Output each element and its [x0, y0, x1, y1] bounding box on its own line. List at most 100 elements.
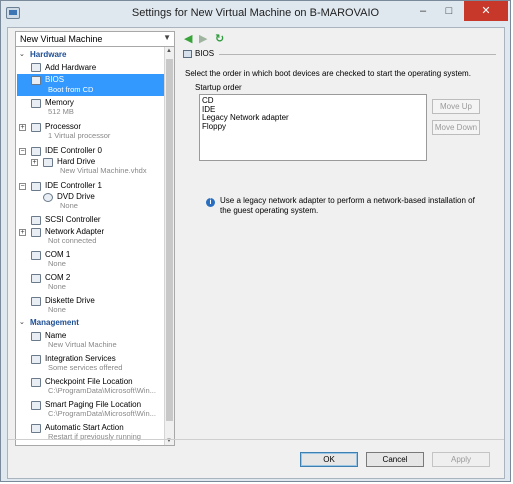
tree-scrollbar[interactable]: ▲ ▼ [164, 47, 174, 445]
section-hardware[interactable]: ⌄ Hardware [17, 50, 165, 61]
tree-item-name[interactable]: Name New Virtual Machine [17, 331, 165, 351]
tree-item-sub: Some services offered [48, 363, 123, 372]
tree-item-label: Diskette Drive [45, 296, 95, 305]
cancel-button[interactable]: Cancel [366, 452, 424, 467]
header-divider [219, 54, 496, 55]
tree-item-ide-controller-1[interactable]: − IDE Controller 1 [17, 181, 165, 192]
diskette-drive-icon [31, 297, 41, 306]
info-icon: i [206, 198, 215, 207]
forward-arrow-icon[interactable]: ▶ [199, 32, 207, 46]
expand-icon[interactable]: + [31, 159, 38, 166]
network-adapter-icon [31, 228, 41, 237]
refresh-icon[interactable]: ↻ [215, 32, 224, 46]
tree-item-label: DVD Drive [57, 192, 95, 201]
tree-item-com-1[interactable]: COM 1 None [17, 250, 165, 270]
tree-item-dvd-drive[interactable]: DVD Drive None [17, 192, 165, 212]
close-button[interactable]: ✕ [464, 1, 508, 21]
tree-item-sub: Not connected [48, 236, 97, 245]
maximize-button[interactable]: □ [436, 1, 462, 21]
memory-icon [31, 99, 41, 108]
tree-item-label: Name [45, 331, 67, 340]
expand-icon[interactable]: + [19, 124, 26, 131]
tree-item-network-adapter[interactable]: + Network Adapter Not connected [17, 227, 165, 247]
tree-item-sub: 1 Virtual processor [48, 131, 111, 140]
tree-item-memory[interactable]: Memory 512 MB [17, 98, 165, 118]
ok-button[interactable]: OK [300, 452, 358, 467]
bios-settings-pane: BIOS Select the order in which boot devi… [181, 46, 501, 446]
tree-item-sub: None [48, 259, 66, 268]
collapse-icon[interactable]: ⌄ [19, 318, 25, 326]
tree-item-scsi-controller[interactable]: SCSI Controller [17, 215, 165, 226]
tree-item-sub: None [60, 201, 78, 210]
tree-item-label: Automatic Start Action [45, 423, 124, 432]
tree-item-label: IDE Controller 1 [45, 181, 102, 190]
settings-tree[interactable]: ⌄ Hardware Add Hardware BIOS Boot from C… [15, 46, 175, 446]
processor-icon [31, 123, 41, 132]
tree-item-bios[interactable]: BIOS Boot from CD [17, 74, 165, 96]
bios-chip-icon [183, 50, 192, 58]
collapse-icon[interactable]: − [19, 148, 26, 155]
tree-item-sub: New Virtual Machine [48, 340, 117, 349]
integration-services-icon [31, 355, 41, 364]
tree-item-automatic-start-action[interactable]: Automatic Start Action Restart if previo… [17, 423, 165, 443]
minimize-button[interactable]: – [410, 1, 436, 21]
tree-item-processor[interactable]: + Processor 1 Virtual processor [17, 122, 165, 142]
collapse-icon[interactable]: − [19, 183, 26, 190]
scrollbar-thumb[interactable] [166, 59, 173, 421]
startup-order-list[interactable]: CD IDE Legacy Network adapter Floppy [199, 94, 427, 161]
list-item[interactable]: Legacy Network adapter [202, 113, 424, 123]
tree-item-sub: C:\ProgramData\Microsoft\Win... [48, 386, 156, 395]
tree-item-smart-paging-file-location[interactable]: Smart Paging File Location C:\ProgramDat… [17, 400, 165, 420]
tree-item-com-2[interactable]: COM 2 None [17, 273, 165, 293]
tree-item-sub: 512 MB [48, 107, 74, 116]
tree-item-label: Processor [45, 122, 82, 131]
dialog-client-area: New Virtual Machine ▼ ◀ ▶ ↻ ⌄ Hardware A… [7, 27, 505, 479]
tree-item-integration-services[interactable]: Integration Services Some services offer… [17, 354, 165, 374]
bios-chip-icon [31, 76, 41, 85]
scroll-up-icon[interactable]: ▲ [166, 48, 172, 54]
list-item[interactable]: Floppy [202, 122, 424, 132]
tree-item-label: Integration Services [45, 354, 116, 363]
tree-item-sub: None [48, 282, 66, 291]
panel-header: BIOS [181, 49, 496, 61]
tree-item-label: COM 2 [45, 273, 71, 282]
section-management-label: Management [30, 318, 79, 327]
tree-item-checkpoint-file-location[interactable]: Checkpoint File Location C:\ProgramData\… [17, 377, 165, 397]
vm-selector-value: New Virtual Machine [20, 34, 103, 44]
apply-button[interactable]: Apply [432, 452, 490, 467]
tree-item-label: Checkpoint File Location [45, 377, 133, 386]
tree-item-label: Network Adapter [45, 227, 105, 236]
move-up-button[interactable]: Move Up [432, 99, 480, 114]
title-bar[interactable]: Settings for New Virtual Machine on B-MA… [1, 1, 510, 27]
tree-item-label: Memory [45, 98, 74, 107]
com-port-icon [31, 251, 41, 260]
info-message: Use a legacy network adapter to perform … [220, 196, 475, 215]
name-icon [31, 332, 41, 341]
tree-item-sub: None [48, 305, 66, 314]
tree-item-sub: C:\ProgramData\Microsoft\Win... [48, 409, 156, 418]
add-hardware-icon [31, 63, 41, 72]
section-management[interactable]: ⌄ Management [17, 318, 165, 329]
footer-divider [8, 439, 504, 440]
collapse-icon[interactable]: ⌄ [19, 50, 25, 58]
tree-item-label: SCSI Controller [45, 215, 101, 224]
chevron-down-icon: ▼ [163, 33, 171, 42]
tree-item-sub: New Virtual Machine.vhdx [60, 166, 147, 175]
tree-item-label: IDE Controller 0 [45, 146, 102, 155]
tree-item-diskette-drive[interactable]: Diskette Drive None [17, 296, 165, 316]
tree-item-ide-controller-0[interactable]: − IDE Controller 0 [17, 146, 165, 157]
ide-controller-icon [31, 147, 41, 156]
checkpoint-location-icon [31, 378, 41, 387]
com-port-icon [31, 274, 41, 283]
tree-item-label: COM 1 [45, 250, 71, 259]
ide-controller-icon [31, 182, 41, 191]
back-arrow-icon[interactable]: ◀ [184, 32, 192, 46]
panel-header-title: BIOS [195, 49, 215, 58]
bios-description: Select the order in which boot devices a… [185, 69, 471, 78]
tree-item-add-hardware[interactable]: Add Hardware [17, 62, 165, 73]
smart-paging-location-icon [31, 401, 41, 410]
list-item[interactable]: CD [202, 96, 424, 106]
move-down-button[interactable]: Move Down [432, 120, 480, 135]
tree-item-hard-drive[interactable]: + Hard Drive New Virtual Machine.vhdx [17, 157, 165, 177]
expand-icon[interactable]: + [19, 229, 26, 236]
